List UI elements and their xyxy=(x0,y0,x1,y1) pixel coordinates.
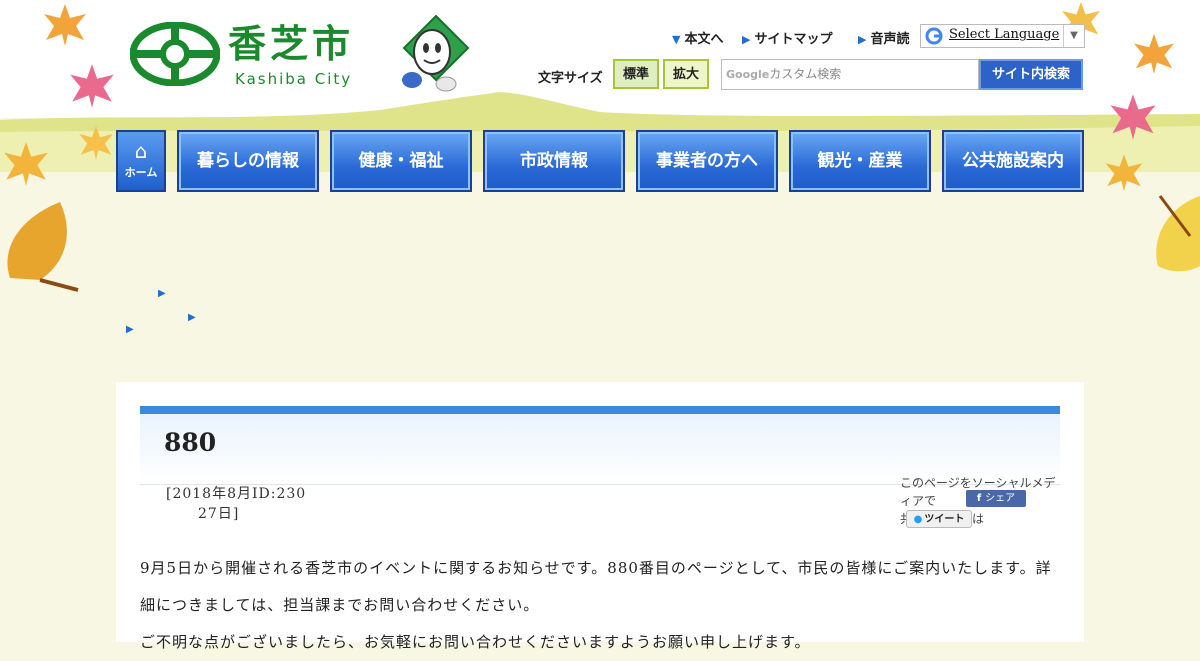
maple-leaf-icon xyxy=(1102,152,1146,196)
ginkgo-leaf-icon xyxy=(0,198,84,298)
search-input[interactable]: Googleカスタム検索 xyxy=(721,59,979,90)
arrow-down-icon: ▼ xyxy=(672,33,681,46)
maple-leaf-icon xyxy=(76,124,116,164)
logo-subtitle: Kashiba City xyxy=(235,70,353,88)
maple-leaf-icon xyxy=(1106,92,1160,144)
maple-leaf-icon xyxy=(0,140,52,190)
tweet-button[interactable]: ● ツイート xyxy=(906,510,972,528)
skip-to-content-link[interactable]: ▼ 本文へ xyxy=(672,28,723,47)
city-emblem-icon xyxy=(130,22,220,86)
nav-city-government[interactable]: 市政情報 xyxy=(483,130,625,192)
facebook-icon: f xyxy=(976,493,982,504)
breadcrumb-arrow-icon: ▶ xyxy=(188,312,196,323)
site-search-button[interactable]: サイト内検索 xyxy=(979,59,1083,90)
language-select[interactable]: Select Language ▼ xyxy=(920,24,1085,48)
maple-leaf-icon xyxy=(66,62,118,112)
font-size-label: 文字サイズ xyxy=(538,71,603,86)
nav-tourism-industry[interactable]: 観光・産業 xyxy=(789,130,931,192)
nav-public-facilities[interactable]: 公共施設案内 xyxy=(942,130,1084,192)
breadcrumb-arrow-icon: ▶ xyxy=(126,324,134,335)
nav-business[interactable]: 事業者の方へ xyxy=(636,130,778,192)
ginkgo-leaf-icon xyxy=(1150,186,1200,286)
maple-leaf-icon xyxy=(1130,32,1178,78)
font-size-standard-button[interactable]: 標準 xyxy=(613,59,659,89)
main-content: 880 [2018年8月ID:230 27日] このページをソーシャルメディアで… xyxy=(116,382,1084,651)
arrow-right-icon: ▶ xyxy=(742,33,751,46)
chevron-down-icon: ▼ xyxy=(1063,25,1084,47)
sitemap-link[interactable]: ▶ サイトマップ xyxy=(742,28,832,47)
maple-leaf-icon xyxy=(40,2,90,50)
arrow-right-icon: ▶ xyxy=(858,33,867,46)
site-logo[interactable]: 香芝市 Kashiba City xyxy=(130,20,375,92)
page-title: 880 xyxy=(164,428,217,457)
nav-home-button[interactable]: ⌂ ホーム xyxy=(116,130,166,192)
voice-reader-link[interactable]: ▶ 音声読 xyxy=(858,28,909,47)
twitter-bird-icon: ● xyxy=(913,514,923,525)
logo-title: 香芝市 xyxy=(228,22,355,66)
facebook-share-button[interactable]: f シェア xyxy=(966,490,1026,507)
mascot-character-icon xyxy=(398,14,474,98)
google-g-icon xyxy=(925,27,943,45)
update-date: [2018年8月ID:230 27日] xyxy=(166,486,307,522)
breadcrumb-arrow-icon: ▶ xyxy=(158,288,166,299)
nav-living-info[interactable]: 暮らしの情報 xyxy=(177,130,319,192)
nav-health-welfare[interactable]: 健康・福祉 xyxy=(330,130,472,192)
article-body: 9月5日から開催される香芝市のイベントに関するお知らせです。880番目のページと… xyxy=(140,559,1052,651)
home-icon: ⌂ xyxy=(134,139,148,163)
font-size-large-button[interactable]: 拡大 xyxy=(663,59,709,89)
